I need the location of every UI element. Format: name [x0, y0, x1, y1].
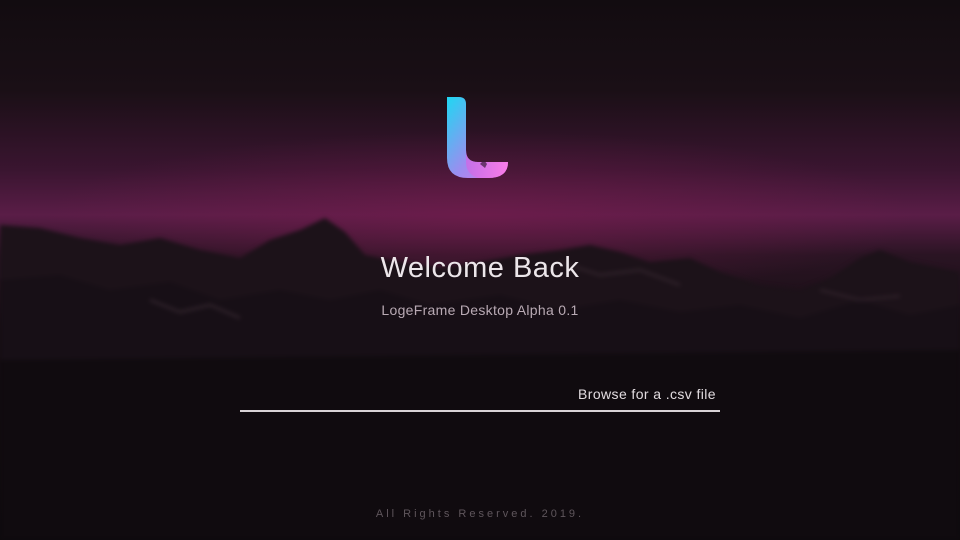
browse-csv-file-picker[interactable]: Browse for a .csv file — [240, 380, 720, 412]
app-version-subtitle: LogeFrame Desktop Alpha 0.1 — [381, 302, 579, 318]
browse-csv-label[interactable]: Browse for a .csv file — [578, 386, 716, 402]
logeframe-logo-icon — [440, 92, 516, 182]
welcome-title: Welcome Back — [380, 252, 580, 284]
footer-copyright: All Rights Reserved. 2019. — [375, 508, 585, 520]
